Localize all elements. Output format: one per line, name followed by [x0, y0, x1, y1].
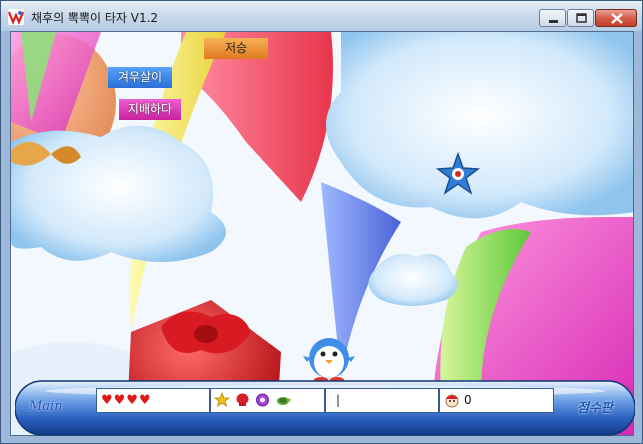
life-panel: ♥♥♥♥ [96, 388, 210, 413]
close-icon [611, 13, 623, 24]
game-window: 채후의 뽁뽁이 타자 V1.2 저승 겨우살이 지배하다 Main ♥♥♥♥ |… [0, 0, 643, 444]
heart-icon: ♥♥♥♥ [101, 393, 152, 408]
typing-input[interactable]: | [325, 388, 439, 413]
scoreboard-button[interactable]: 점수판 [577, 397, 613, 416]
star-icon[interactable] [213, 391, 231, 412]
star-icon [436, 152, 480, 195]
falling-word: 지배하다 [119, 99, 181, 120]
turtle-icon[interactable] [275, 392, 292, 412]
title-bar[interactable]: 채후의 뽁뽁이 타자 V1.2 [1, 1, 642, 31]
boxing-glove-icon[interactable] [235, 392, 250, 412]
score-value: 0 [464, 393, 472, 407]
main-button[interactable]: Main [29, 399, 63, 414]
input-text: | [336, 393, 341, 407]
score-panel: 0 [439, 388, 554, 413]
minimize-button[interactable] [539, 9, 566, 27]
item-list [213, 391, 292, 408]
maximize-button[interactable] [567, 9, 594, 27]
item-panel [210, 388, 325, 413]
window-title: 채후의 뽁뽁이 타자 V1.2 [31, 11, 159, 25]
minimize-icon [549, 20, 558, 23]
face-icon [445, 394, 459, 408]
maximize-icon [576, 13, 587, 23]
close-button[interactable] [595, 9, 637, 27]
penguin-icon [303, 338, 355, 383]
app-icon [8, 9, 24, 25]
falling-word: 저승 [204, 38, 268, 59]
purple-orb-icon[interactable] [255, 392, 270, 412]
game-area[interactable]: 저승 겨우살이 지배하다 [10, 31, 634, 436]
falling-word: 겨우살이 [108, 67, 172, 88]
